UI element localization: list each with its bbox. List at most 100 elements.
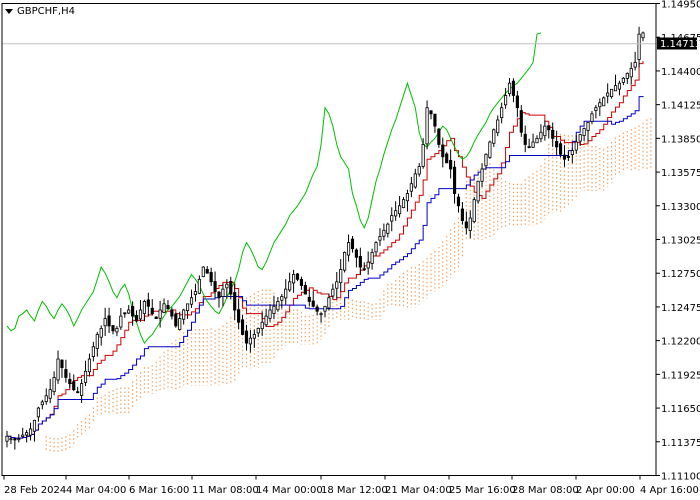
time-axis: 28 Feb 2024 4 Mar 04:00 6 Mar 16:00 11 Mar … <box>3 475 699 496</box>
candle-body <box>276 301 280 311</box>
candle-body <box>95 334 99 349</box>
candle-body <box>56 358 60 381</box>
candle-body <box>209 272 213 283</box>
candle-body <box>44 395 48 402</box>
current-price-label: 1.14713 <box>660 39 700 50</box>
candle-body <box>433 113 437 127</box>
candle-body <box>382 229 386 237</box>
candle-body <box>303 285 307 295</box>
candle-body <box>480 168 484 182</box>
candle-body <box>531 141 535 148</box>
x-tick-label: 2 Apr 00:00 <box>576 485 635 496</box>
y-tick-label: 1.13300 <box>661 202 700 213</box>
candle-body <box>590 113 594 122</box>
candle-body <box>91 346 95 357</box>
candle-body <box>311 300 315 307</box>
candle-body <box>441 144 445 158</box>
candle-body <box>417 166 421 175</box>
candle-body <box>272 305 276 314</box>
candle-body <box>472 199 476 223</box>
candle-body <box>252 334 256 339</box>
candle-body <box>484 153 488 167</box>
candle-body <box>339 269 343 284</box>
x-tick-label: 18 Mar 12:00 <box>321 485 388 496</box>
candle-body <box>606 92 610 97</box>
candle-body <box>205 268 209 274</box>
candle-body <box>598 102 602 108</box>
x-tick-label: 6 Mar 16:00 <box>129 485 189 496</box>
plot-frame <box>1 3 657 476</box>
candle-body <box>115 327 119 333</box>
y-tick-label: 1.11925 <box>661 370 700 381</box>
candle-body <box>174 313 178 327</box>
candle-body <box>394 210 398 217</box>
candle-body <box>515 95 519 109</box>
candle-body <box>307 296 311 302</box>
candle-body <box>134 315 139 322</box>
y-tick-label: 1.12475 <box>661 303 700 314</box>
y-tick-label: 1.11100 <box>661 472 700 483</box>
candle-body <box>72 381 76 391</box>
candle-body <box>621 77 625 83</box>
x-tick-label: 14 Mar 00:00 <box>256 485 323 496</box>
candle-body <box>374 242 378 253</box>
candle-body <box>80 383 84 396</box>
x-tick-label: 28 Mar 08:00 <box>512 485 579 496</box>
candle-body <box>555 141 559 148</box>
candle-body <box>390 215 394 222</box>
candle-body <box>421 144 425 167</box>
candle-body <box>539 131 543 140</box>
triangle-down-icon[interactable] <box>5 9 13 14</box>
candle-body <box>519 110 523 133</box>
candle-body <box>617 82 622 90</box>
candle-body <box>492 129 496 144</box>
candle-body <box>335 281 339 289</box>
candle-body <box>350 238 355 250</box>
y-tick-label: 1.12750 <box>661 269 700 280</box>
y-tick-label: 1.11650 <box>661 404 700 415</box>
x-tick-label: 25 Mar 16:00 <box>449 485 516 496</box>
price-chart[interactable]: 1.149501.146751.144001.141251.138501.135… <box>0 0 700 500</box>
tenkan-sen-line <box>7 61 644 439</box>
candle-body <box>87 358 92 373</box>
candle-body <box>119 315 123 328</box>
candle-body <box>346 242 351 256</box>
candle-body <box>189 297 194 305</box>
x-tick-label: 21 Mar 04:00 <box>385 485 452 496</box>
candle-body <box>468 217 472 231</box>
y-tick-label: 1.12200 <box>661 337 700 348</box>
y-tick-label: 1.14950 <box>661 0 700 11</box>
candle-body <box>36 407 40 418</box>
candle-body <box>193 291 198 295</box>
candle-body <box>327 297 331 309</box>
candle-body <box>500 107 504 119</box>
candle-body <box>288 281 292 291</box>
candle-body <box>362 268 366 271</box>
symbol-caption: GBPCHF,H4 <box>5 6 75 17</box>
candle-body <box>264 315 268 326</box>
candle-body <box>319 313 323 316</box>
y-tick-label: 1.14400 <box>661 67 700 78</box>
candle-body <box>602 97 606 107</box>
candle-body <box>182 309 186 320</box>
candle-body <box>68 378 72 384</box>
candle-body <box>535 137 539 144</box>
candle-body <box>323 305 327 312</box>
candle-body <box>445 153 449 164</box>
candle-body <box>5 435 9 442</box>
candle-body <box>641 32 645 39</box>
candle-body <box>268 309 272 319</box>
candle-body <box>280 296 284 301</box>
candle-body <box>551 129 555 139</box>
y-tick-label: 1.13025 <box>661 236 700 247</box>
candle-body <box>574 141 578 151</box>
candle-body <box>629 68 633 78</box>
candle-body <box>60 359 64 369</box>
candle-body <box>178 318 182 331</box>
candle-body <box>460 208 464 221</box>
candle-body <box>610 88 614 98</box>
candle-body <box>52 377 56 393</box>
candle-body <box>409 183 413 192</box>
candle-body <box>233 292 237 311</box>
candle-body <box>633 61 637 68</box>
